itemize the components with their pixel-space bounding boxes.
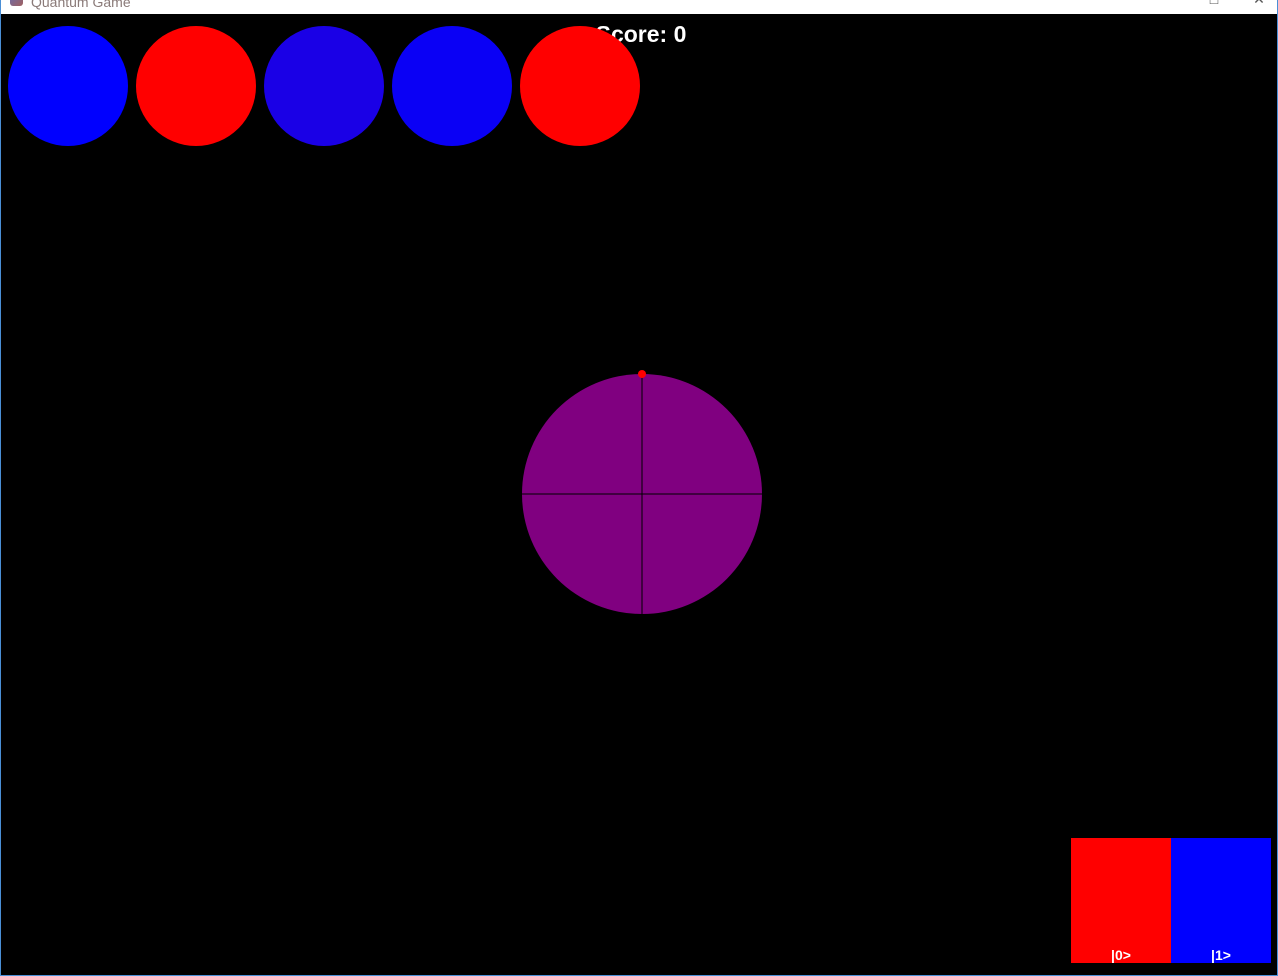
target-one-label: |1> xyxy=(1211,947,1231,963)
app-icon xyxy=(10,0,23,6)
maximize-button[interactable]: □ xyxy=(1204,0,1224,7)
target-one: |1> xyxy=(1171,838,1271,963)
state-marker xyxy=(638,370,646,378)
title-bar[interactable]: Quantum Game □ ✕ xyxy=(1,0,1277,14)
close-button[interactable]: ✕ xyxy=(1249,0,1269,7)
queue-ball-2 xyxy=(136,26,256,146)
qubit-state-circle[interactable] xyxy=(516,364,768,620)
window-title: Quantum Game xyxy=(31,0,131,10)
queue-ball-3 xyxy=(264,26,384,146)
target-zero: |0> xyxy=(1071,838,1171,963)
target-zero-label: |0> xyxy=(1111,947,1131,963)
game-canvas[interactable]: Score: 0 |0> |1> xyxy=(1,14,1277,975)
queue-ball-5 xyxy=(520,26,640,146)
queue-ball-1 xyxy=(8,26,128,146)
game-window: Quantum Game □ ✕ Score: 0 |0> |1> xyxy=(0,0,1278,976)
queue-ball-4 xyxy=(392,26,512,146)
